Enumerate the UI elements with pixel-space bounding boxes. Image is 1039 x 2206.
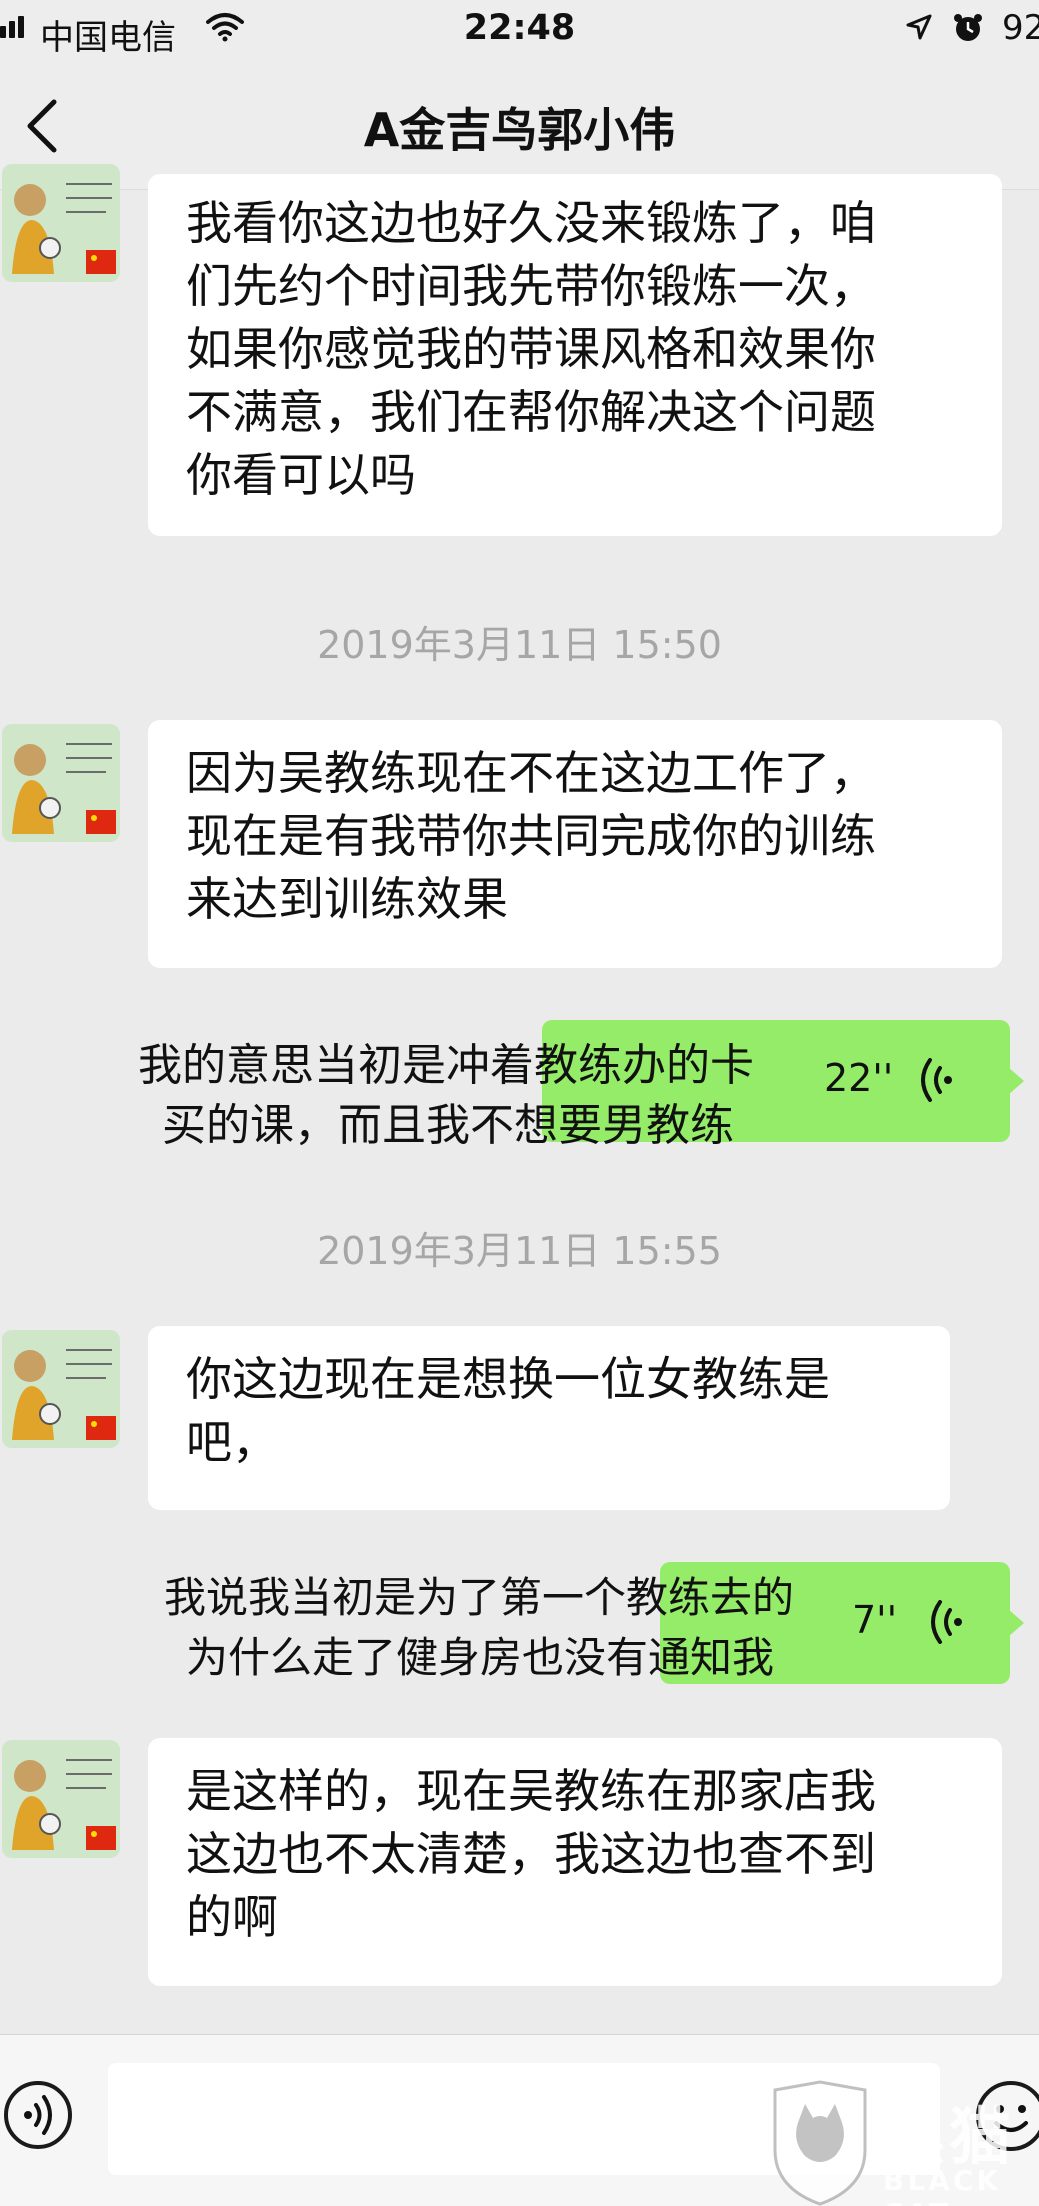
voice-transcript: 我的意思当初是冲着教练办的卡 买的课，而且我不想要男教练 bbox=[138, 1036, 754, 1156]
voice-duration: 22'' bbox=[824, 1056, 894, 1100]
message-line: 我看你这边也好久没来锻炼了，咱 bbox=[186, 196, 876, 250]
voice-input-toggle-button[interactable] bbox=[4, 2081, 72, 2149]
transcript-line: 为什么走了健身房也没有通知我 bbox=[186, 1633, 775, 1682]
message-line: 吧， bbox=[186, 1415, 278, 1469]
message-bubble-received[interactable]: 因为吴教练现在不在这边工作了， 现在是有我带你共同完成你的训练 来达到训练效果 bbox=[148, 720, 1002, 968]
chat-header: A金吉鸟郭小伟 bbox=[0, 56, 1039, 190]
voice-transcript: 我说我当初是为了第一个教练去的 为什么走了健身房也没有通知我 bbox=[164, 1568, 794, 1688]
message-line: 你看可以吗 bbox=[186, 448, 416, 502]
cat-shield-logo bbox=[773, 2080, 867, 2206]
voice-wave-icon bbox=[931, 1600, 962, 1644]
battery-percentage: 92 bbox=[1002, 8, 1039, 48]
chat-title[interactable]: A金吉鸟郭小伟 bbox=[0, 94, 1039, 160]
message-bubble-received[interactable]: 你这边现在是想换一位女教练是 吧， bbox=[148, 1326, 950, 1510]
avatar-illustration bbox=[2, 1330, 120, 1448]
message-line: 的啊 bbox=[186, 1890, 278, 1944]
clock-time: 22:48 bbox=[463, 8, 576, 48]
transcript-line: 买的课，而且我不想要男教练 bbox=[162, 1100, 734, 1151]
voice-input-icon bbox=[24, 2095, 52, 2135]
transcript-line: 我说我当初是为了第一个教练去的 bbox=[164, 1573, 795, 1622]
message-line: 不满意，我们在帮你解决这个问题 bbox=[186, 385, 876, 439]
avatar-illustration bbox=[2, 164, 120, 282]
message-timestamp: 2019年3月11日 15:55 bbox=[317, 1229, 722, 1273]
avatar-illustration bbox=[2, 724, 120, 842]
location-arrow-icon bbox=[906, 14, 932, 40]
contact-avatar[interactable] bbox=[2, 724, 120, 842]
message-line: 如果你感觉我的带课风格和效果你 bbox=[186, 322, 876, 376]
contact-avatar[interactable] bbox=[2, 1330, 120, 1448]
message-line: 你这边现在是想换一位女教练是 bbox=[186, 1352, 830, 1406]
transcript-line: 我的意思当初是冲着教练办的卡 bbox=[138, 1040, 754, 1091]
message-line: 是这样的，现在吴教练在那家店我 bbox=[186, 1764, 876, 1818]
watermark-text: 黑猫 bbox=[883, 2100, 1016, 2173]
message-line: 们先约个时间我先带你锻炼一次， bbox=[186, 259, 876, 313]
alarm-clock-icon bbox=[954, 14, 982, 41]
avatar-illustration bbox=[2, 1740, 120, 1858]
message-line: 这边也不太清楚，我这边也查不到 bbox=[186, 1827, 876, 1881]
watermark-subtext: BLACK CAT bbox=[883, 2164, 1002, 2206]
contact-avatar[interactable] bbox=[2, 1740, 120, 1858]
message-bubble-received[interactable]: 我看你这边也好久没来锻炼了，咱 们先约个时间我先带你锻炼一次， 如果你感觉我的带… bbox=[148, 174, 1002, 536]
message-line: 因为吴教练现在不在这边工作了， bbox=[186, 746, 876, 800]
message-line: 来达到训练效果 bbox=[186, 872, 508, 926]
voice-wave-icon bbox=[921, 1058, 952, 1102]
voice-duration: 7'' bbox=[852, 1598, 898, 1642]
message-bubble-received[interactable]: 是这样的，现在吴教练在那家店我 这边也不太清楚，我这边也查不到 的啊 bbox=[148, 1738, 1002, 1986]
message-line: 现在是有我带你共同完成你的训练 bbox=[186, 809, 876, 863]
status-bar: 中国电信 22:48 92 bbox=[0, 0, 1039, 58]
message-timestamp: 2019年3月11日 15:50 bbox=[317, 623, 722, 667]
contact-avatar[interactable] bbox=[2, 164, 120, 282]
black-cat-watermark: 黑猫 BLACK CAT bbox=[765, 2080, 1039, 2206]
